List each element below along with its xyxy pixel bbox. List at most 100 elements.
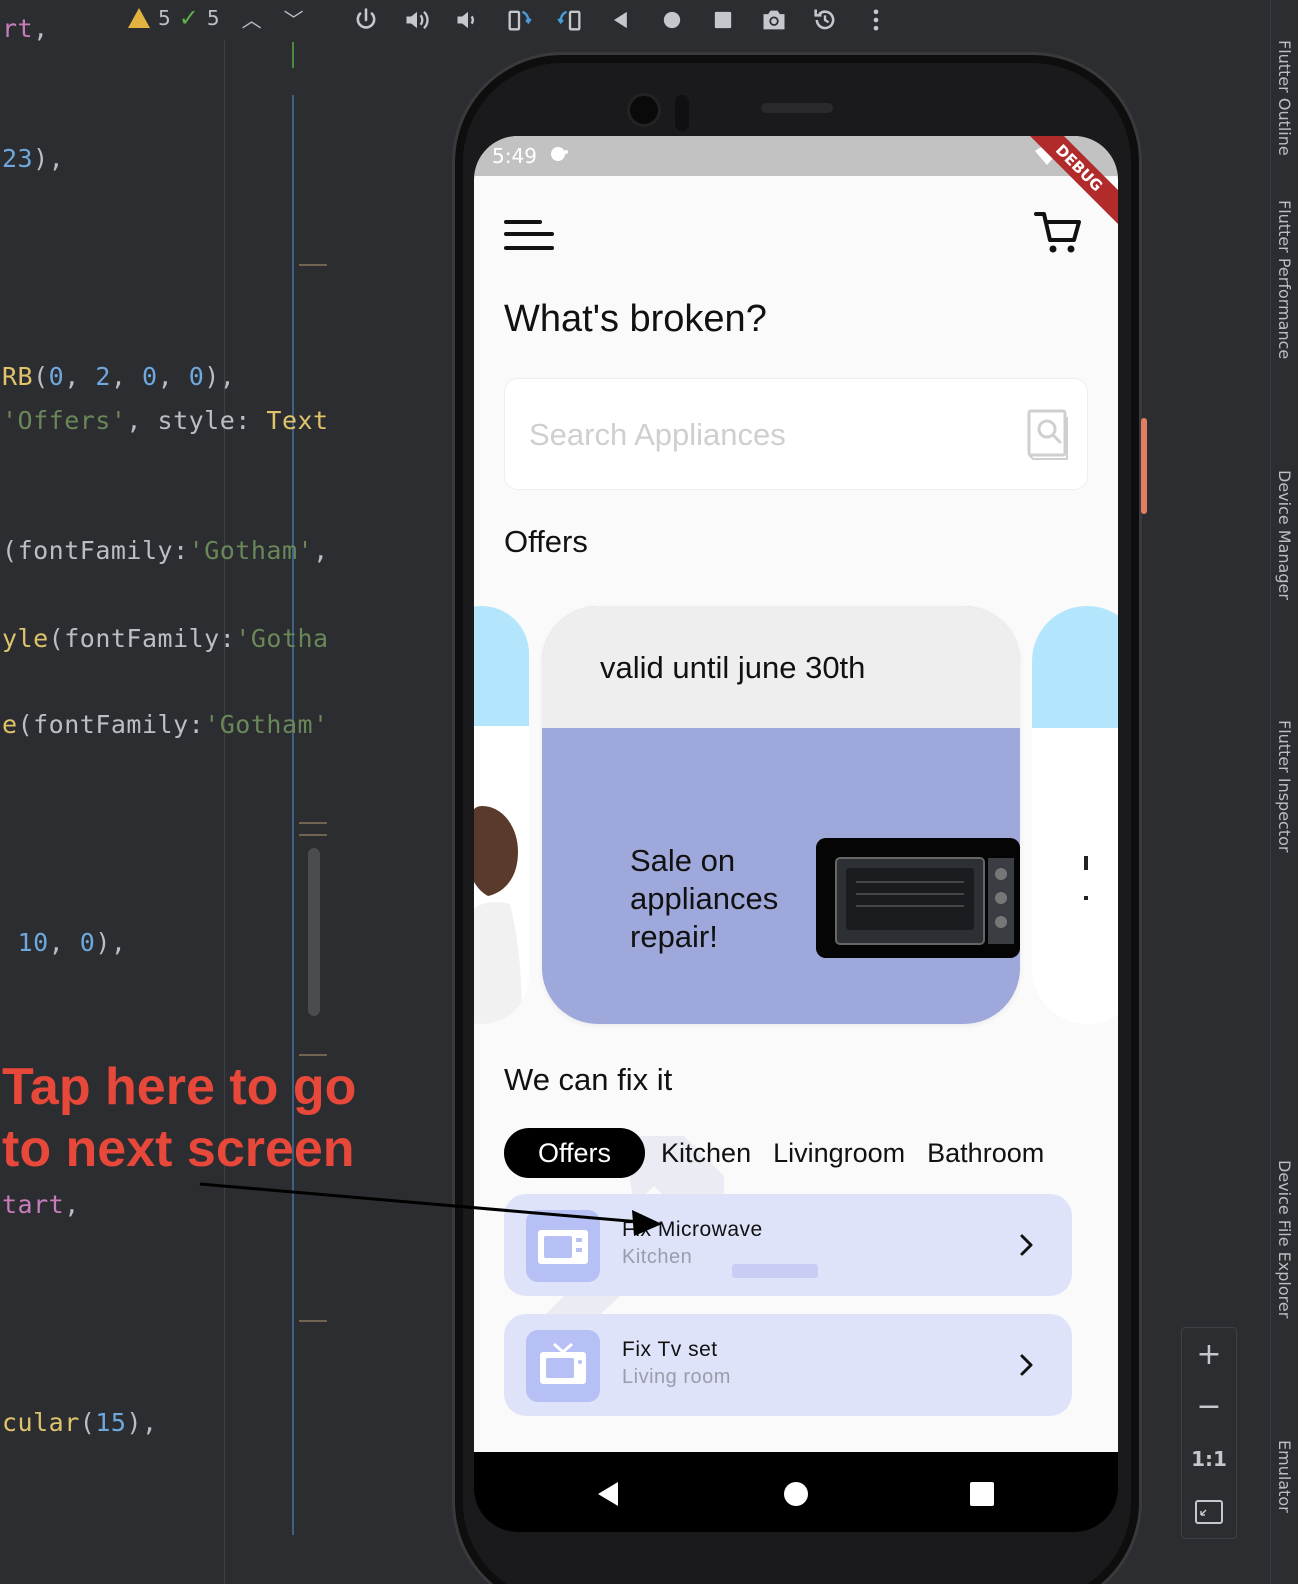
cart-icon[interactable] bbox=[1034, 210, 1084, 254]
code-line[interactable]: tart, bbox=[2, 1190, 80, 1219]
menu-icon[interactable] bbox=[504, 216, 556, 256]
code-line[interactable]: cular(15), bbox=[2, 1408, 158, 1437]
more-button[interactable] bbox=[850, 0, 901, 40]
rotate-right-icon bbox=[556, 10, 580, 31]
rail-tab-device-manager[interactable]: Device Manager bbox=[1275, 470, 1294, 600]
zoom-fit-button[interactable] bbox=[1181, 1486, 1237, 1539]
code-line[interactable]: RB(0, 2, 0, 0), bbox=[2, 362, 235, 391]
camera-icon bbox=[763, 10, 784, 30]
tab-offers[interactable]: Offers bbox=[504, 1128, 646, 1178]
search-icon[interactable] bbox=[1027, 409, 1069, 461]
code-line[interactable]: (fontFamily:'Gotham', bbox=[2, 536, 329, 565]
code-line[interactable]: rt, bbox=[2, 14, 49, 43]
chevron-down-icon[interactable]: ﹀ bbox=[284, 4, 304, 33]
inspection-widget[interactable]: 5 ✓ 5 ︿ ﹀ bbox=[128, 4, 304, 32]
service-item-fix-microwave[interactable]: Fix Microwave Kitchen bbox=[504, 1194, 1072, 1296]
decorative-bar bbox=[732, 1264, 818, 1278]
warning-count: 5 bbox=[158, 6, 171, 30]
code-token: , bbox=[48, 928, 80, 957]
screenshot-button[interactable] bbox=[748, 0, 799, 40]
rail-tab-emulator[interactable]: Emulator bbox=[1275, 1440, 1294, 1513]
code-line[interactable]: 10, 0), bbox=[2, 928, 126, 957]
offer-card-next[interactable] bbox=[1032, 606, 1118, 1024]
code-token: ), bbox=[33, 144, 65, 173]
rail-tab-device-file-explorer[interactable]: Device File Explorer bbox=[1275, 1160, 1294, 1318]
search-input[interactable] bbox=[529, 407, 1009, 463]
device-side-button[interactable] bbox=[1141, 418, 1147, 514]
tab-kitchen[interactable]: Kitchen bbox=[651, 1128, 761, 1178]
offer-card[interactable]: valid until june 30th Sale on appliances… bbox=[542, 606, 1020, 1024]
fold-marker[interactable] bbox=[299, 1320, 327, 1322]
status-time: 5:49 bbox=[492, 144, 537, 168]
rail-tab-flutter-inspector[interactable]: Flutter Inspector bbox=[1275, 720, 1294, 852]
volume-up-icon bbox=[406, 11, 429, 29]
chevron-up-icon[interactable]: ︿ bbox=[242, 4, 262, 33]
snapshot-button[interactable] bbox=[799, 0, 850, 40]
code-token: ( bbox=[48, 624, 65, 653]
change-marker bbox=[292, 42, 294, 68]
code-token: ( bbox=[2, 536, 18, 565]
chevron-right-icon bbox=[1020, 1234, 1033, 1256]
rotate-left-button[interactable] bbox=[493, 0, 544, 40]
offer-card-previous[interactable] bbox=[474, 606, 529, 1024]
code-token: 2 bbox=[95, 362, 111, 391]
fold-marker[interactable] bbox=[299, 264, 327, 266]
category-tabs: Offers Kitchen Livingroom Bathroom bbox=[504, 1128, 1056, 1178]
code-token: 0 bbox=[79, 928, 96, 957]
device-screen[interactable]: 5:49 DEBUG What's broken? Search Applian… bbox=[474, 136, 1118, 1452]
overview-square-icon bbox=[714, 11, 731, 29]
tab-livingroom[interactable]: Livingroom bbox=[763, 1128, 915, 1178]
editor-scrollbar[interactable] bbox=[308, 848, 320, 1016]
code-token: 15 bbox=[95, 1408, 127, 1437]
home-button[interactable] bbox=[646, 0, 697, 40]
zoom-actual-size-button[interactable]: 1:1 bbox=[1181, 1433, 1237, 1486]
rail-tab-flutter-outline[interactable]: Flutter Outline bbox=[1275, 40, 1294, 156]
code-line[interactable]: yle(fontFamily:'Gotha bbox=[2, 624, 329, 653]
overview-button[interactable] bbox=[697, 0, 748, 40]
rotate-left-icon bbox=[508, 10, 532, 31]
fold-marker[interactable] bbox=[299, 822, 327, 824]
code-token: 0 bbox=[142, 362, 158, 391]
nav-back-icon[interactable] bbox=[594, 1480, 622, 1508]
tab-bathroom[interactable]: Bathroom bbox=[917, 1128, 1054, 1178]
notification-icon bbox=[549, 144, 571, 169]
search-box bbox=[504, 378, 1088, 490]
indent-guide-active bbox=[292, 95, 294, 1535]
code-token: ), bbox=[126, 1408, 158, 1437]
home-circle-icon bbox=[663, 11, 680, 29]
code-line[interactable]: e(fontFamily:'Gotham' bbox=[2, 710, 329, 739]
rotate-right-button[interactable] bbox=[544, 0, 595, 40]
power-button[interactable] bbox=[340, 0, 391, 40]
code-token: cular bbox=[2, 1408, 80, 1437]
back-button[interactable] bbox=[595, 0, 646, 40]
code-token: , bbox=[110, 362, 143, 391]
volume-up-button[interactable] bbox=[391, 0, 442, 40]
code-token: 'Gotham' bbox=[204, 710, 329, 739]
weak-warning-count: 5 bbox=[206, 6, 220, 30]
volume-down-button[interactable] bbox=[442, 0, 493, 40]
code-token: RB bbox=[2, 362, 34, 391]
zoom-out-button[interactable]: − bbox=[1181, 1381, 1237, 1434]
code-token: 10 bbox=[17, 928, 49, 957]
nav-recents-icon[interactable] bbox=[968, 1480, 996, 1508]
offer-validity: valid until june 30th bbox=[600, 650, 866, 685]
code-line[interactable]: 'Offers', style: Text bbox=[2, 406, 329, 435]
code-token: Text bbox=[266, 406, 329, 435]
zoom-in-button[interactable]: + bbox=[1181, 1328, 1237, 1381]
code-token: fontFamily: bbox=[17, 536, 189, 565]
fit-screen-icon bbox=[1195, 1499, 1223, 1524]
annotation-text: Tap here to go to next screen bbox=[2, 1058, 357, 1178]
code-token: , bbox=[313, 536, 329, 565]
service-item-fix-tv[interactable]: Fix Tv set Living room bbox=[504, 1314, 1072, 1416]
nav-home-icon[interactable] bbox=[782, 1480, 810, 1508]
rail-tab-flutter-performance[interactable]: Flutter Performance bbox=[1275, 200, 1294, 359]
toaster-oven-image bbox=[816, 838, 1020, 958]
code-token: 'Gotha bbox=[235, 624, 329, 653]
fold-marker[interactable] bbox=[299, 834, 327, 836]
service-name: Fix Microwave bbox=[622, 1218, 763, 1241]
code-line[interactable]: 23), bbox=[2, 144, 64, 173]
code-token: 23 bbox=[2, 144, 34, 173]
code-token: style: bbox=[157, 406, 267, 435]
code-editor[interactable]: rt, 23), RB(0, 2, 0, 0), 'Offers', style: T… bbox=[0, 0, 330, 1584]
